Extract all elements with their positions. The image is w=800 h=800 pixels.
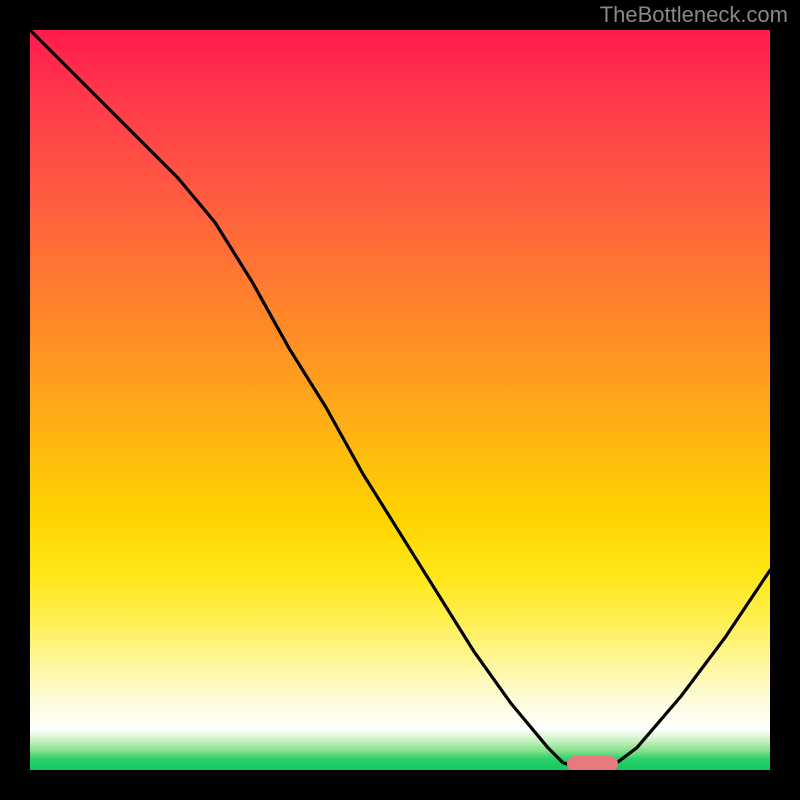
bottleneck-curve <box>30 30 770 770</box>
watermark-text: TheBottleneck.com <box>600 2 788 28</box>
optimal-marker <box>567 756 619 770</box>
plot-area <box>30 30 770 770</box>
